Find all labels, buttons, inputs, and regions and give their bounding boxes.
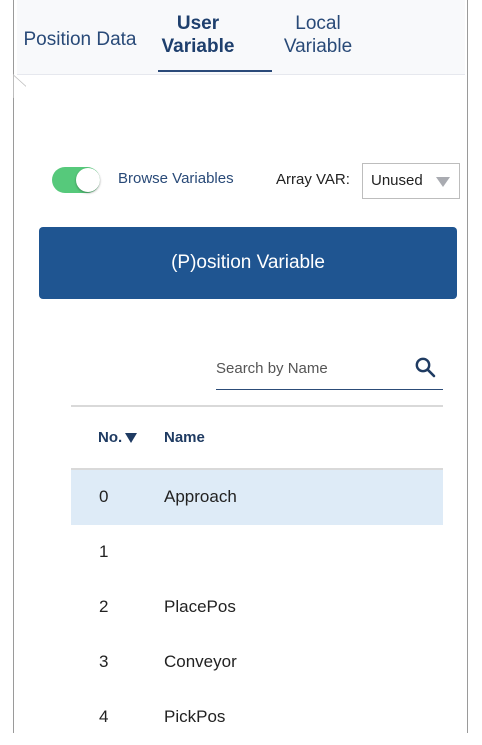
- table-row[interactable]: 2 PlacePos: [71, 580, 443, 635]
- table-row[interactable]: 1: [71, 525, 443, 580]
- row-name: Conveyor: [164, 652, 237, 671]
- array-var-value: Unused: [371, 172, 423, 189]
- array-var-label: Array VAR:: [276, 171, 350, 188]
- column-header-no-label: No.: [98, 429, 123, 446]
- tab-local-variable[interactable]: Local Variable: [264, 12, 372, 70]
- browse-variables-label: Browse Variables: [118, 170, 234, 187]
- active-tab-indicator: [158, 70, 272, 72]
- browse-variables-toggle[interactable]: [52, 167, 100, 193]
- row-number: 0: [99, 487, 109, 506]
- row-number: 1: [99, 542, 109, 561]
- tab-label-local-variable: Local Variable: [283, 13, 353, 57]
- position-variable-button[interactable]: (P)osition Variable: [39, 227, 457, 299]
- table-row[interactable]: 3 Conveyor: [71, 635, 443, 690]
- search-container: [216, 347, 443, 390]
- row-number: 4: [99, 707, 109, 726]
- column-header-no[interactable]: No.: [98, 429, 138, 446]
- array-var-select[interactable]: Unused: [362, 163, 460, 199]
- toggle-knob: [76, 168, 100, 192]
- row-name: Approach: [164, 487, 237, 506]
- table-header: No. Name: [71, 407, 443, 470]
- search-input[interactable]: [216, 347, 443, 390]
- position-variable-button-label: (P)osition Variable: [171, 252, 325, 273]
- row-name: PlacePos: [164, 597, 236, 616]
- row-name: PickPos: [164, 707, 226, 726]
- tab-user-variable[interactable]: User Variable: [142, 12, 254, 70]
- row-number: 2: [99, 597, 109, 616]
- chevron-down-icon: [436, 177, 450, 187]
- tab-position-data[interactable]: Position Data: [18, 28, 142, 70]
- column-header-name[interactable]: Name: [164, 429, 205, 446]
- search-icon[interactable]: [413, 355, 437, 379]
- table-row[interactable]: 0 Approach: [71, 470, 443, 525]
- row-number: 3: [99, 652, 109, 671]
- tab-label-position-data: Position Data: [23, 29, 137, 50]
- controls-row: Browse Variables Array VAR: Unused: [52, 163, 462, 199]
- table-row[interactable]: 4 PickPos: [71, 690, 443, 745]
- sort-down-icon[interactable]: [125, 433, 138, 443]
- variables-table: No. Name 0 Approach 1 2 PlacePos 3 Conve…: [71, 405, 443, 745]
- tab-label-user-variable: User Variable: [161, 13, 235, 57]
